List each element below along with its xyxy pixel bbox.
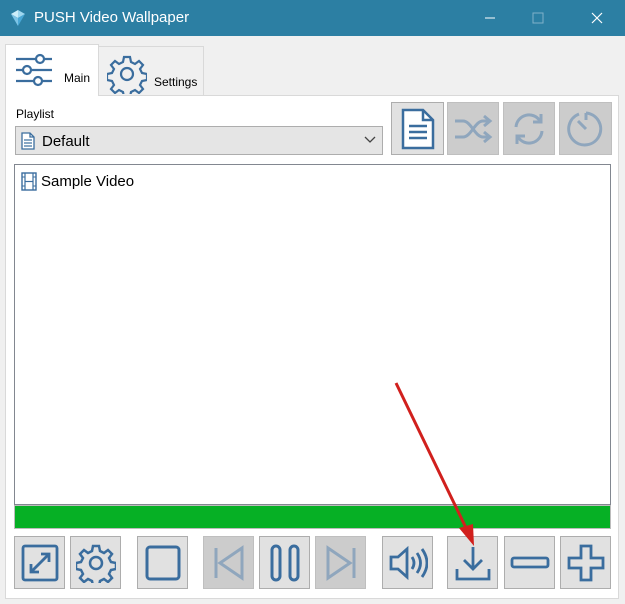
progress-bar [14,505,611,529]
video-list[interactable]: Sample Video [14,164,611,505]
tab-main-label: Main [64,71,91,85]
chevron-down-icon [364,136,376,143]
tab-settings-label: Settings [154,75,198,89]
close-button[interactable] [574,0,620,36]
timer-button[interactable] [559,102,612,155]
playlist-dropdown[interactable]: Default [15,126,383,155]
sliders-icon [16,53,52,87]
document-icon [21,132,35,150]
maximize-icon [532,12,544,24]
shuffle-button[interactable] [447,102,499,155]
download-button[interactable] [447,536,498,589]
list-item[interactable]: Sample Video [21,171,134,191]
download-icon [455,546,490,580]
shuffle-icon [455,114,493,143]
expand-icon [21,544,58,581]
pause-button[interactable] [259,536,310,589]
minimize-icon [485,17,495,19]
tab-main[interactable]: Main [5,44,99,96]
gear-icon [75,544,116,583]
speaker-icon [389,545,428,580]
fullscreen-button[interactable] [14,536,65,589]
close-icon [591,12,603,24]
plus-icon [567,544,604,581]
stop-icon [145,545,180,580]
previous-button[interactable] [203,536,254,589]
playlist-selected-value: Default [42,133,90,150]
settings-button[interactable] [70,536,121,589]
timer-icon [566,111,602,146]
video-title: Sample Video [41,172,135,190]
stop-button[interactable] [137,536,188,589]
window-title: PUSH Video Wallpaper [34,9,190,26]
next-button[interactable] [315,536,366,589]
minimize-button[interactable] [467,0,513,36]
repeat-button[interactable] [503,102,555,155]
repeat-icon [514,112,544,145]
skip-next-icon [326,544,355,581]
gear-icon [107,55,147,94]
tab-settings[interactable]: Settings [98,46,204,96]
skip-previous-icon [214,544,243,581]
app-logo-icon [11,10,25,26]
pause-icon [270,544,299,581]
playlist-label: Playlist [16,107,55,121]
volume-button[interactable] [382,536,433,589]
remove-button[interactable] [504,536,555,589]
minus-icon [510,556,549,568]
add-button[interactable] [560,536,611,589]
title-bar[interactable]: PUSH Video Wallpaper [0,0,625,36]
maximize-button[interactable] [515,0,561,36]
document-icon [401,108,434,149]
playlist-editor-button[interactable] [391,102,444,155]
film-icon [21,171,37,191]
